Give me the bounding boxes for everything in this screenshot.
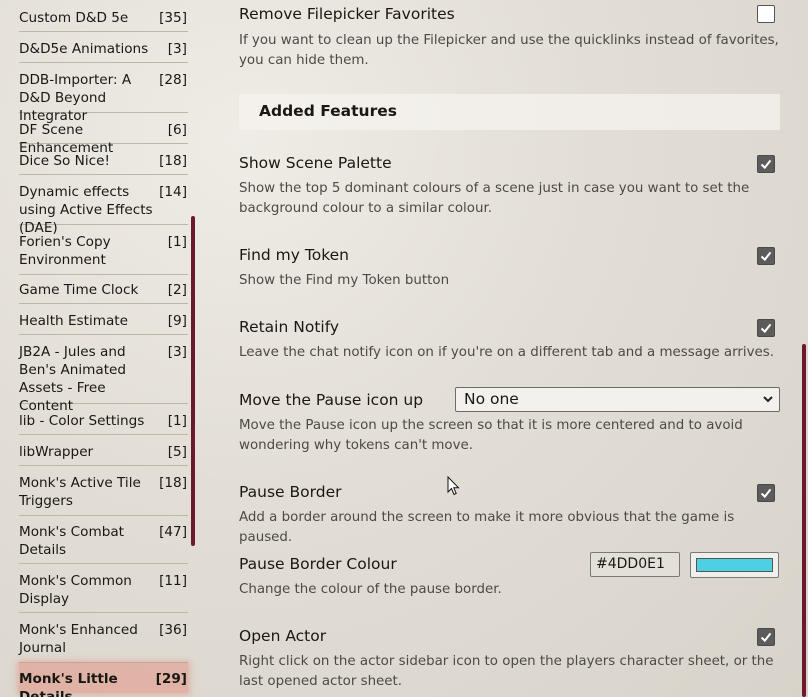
retain-notify-checkbox[interactable] bbox=[757, 319, 775, 337]
sidebar-item[interactable]: Forien's Copy Environment [1] bbox=[19, 226, 188, 275]
sidebar-item[interactable]: Custom D&D 5e [35] bbox=[19, 2, 188, 32]
settings-panel: Remove Filepicker Favorites If you want … bbox=[239, 0, 780, 697]
sidebar-item-count: [29] bbox=[155, 671, 187, 687]
section-title: Added Features bbox=[259, 102, 397, 120]
sidebar-item-count: [18] bbox=[159, 153, 187, 169]
open-actor-checkbox[interactable] bbox=[757, 628, 775, 646]
sidebar-item[interactable]: JB2A - Jules and Ben's Animated Assets -… bbox=[19, 336, 188, 414]
setting-remove-favorites: Remove Filepicker Favorites If you want … bbox=[239, 4, 780, 68]
sidebar-item-label: libWrapper bbox=[19, 444, 94, 460]
sidebar-item-count: [11] bbox=[159, 573, 187, 589]
sidebar-scrollbar[interactable] bbox=[191, 216, 195, 546]
sidebar-item-count: [3] bbox=[167, 41, 187, 57]
setting-hint: Show the top 5 dominant colours of a sce… bbox=[239, 181, 750, 216]
setting-find-my-token: Find my Token Show the Find my Token but… bbox=[239, 245, 780, 288]
sidebar-item[interactable]: D&D5e Animations [3] bbox=[19, 33, 188, 63]
sidebar-item-count: [9] bbox=[167, 313, 187, 329]
setting-label: Retain Notify bbox=[239, 318, 340, 336]
setting-label: Find my Token bbox=[239, 246, 349, 264]
sidebar-item[interactable]: lib - Color Settings [1] bbox=[19, 405, 188, 435]
sidebar-item-count: [18] bbox=[159, 475, 187, 491]
section-header: Added Features bbox=[239, 94, 780, 130]
pause-border-checkbox[interactable] bbox=[757, 484, 775, 502]
select-value: No one bbox=[464, 390, 519, 408]
sidebar-item[interactable]: DF Scene Enhancement [6] bbox=[19, 114, 188, 156]
mouse-cursor-icon bbox=[447, 476, 460, 496]
setting-hint: Add a border around the screen to make i… bbox=[239, 510, 735, 545]
sidebar-item[interactable]: Dice So Nice! [18] bbox=[19, 145, 188, 175]
setting-hint: Show the Find my Token button bbox=[239, 273, 450, 288]
setting-hint: Right click on the actor sidebar icon to… bbox=[239, 654, 774, 689]
show-palette-checkbox[interactable] bbox=[757, 155, 775, 173]
setting-label: Open Actor bbox=[239, 627, 327, 645]
sidebar-item-count: [47] bbox=[159, 524, 187, 540]
sidebar-item[interactable]: Health Estimate [9] bbox=[19, 305, 188, 335]
sidebar-item[interactable]: Monk's Common Display [11] bbox=[19, 565, 188, 613]
sidebar-item[interactable]: Dynamic effects using Active Effects (DA… bbox=[19, 176, 188, 236]
sidebar-item-label: D&D5e Animations bbox=[19, 41, 149, 57]
settings-scrollbar[interactable] bbox=[802, 344, 806, 697]
sidebar-item[interactable]: Monk's Enhanced Journal [36] bbox=[19, 614, 188, 663]
sidebar-item-count: [36] bbox=[159, 622, 187, 638]
sidebar-item-count: [3] bbox=[167, 344, 187, 360]
find-token-checkbox[interactable] bbox=[757, 247, 775, 265]
setting-label: Pause Border bbox=[239, 483, 342, 501]
chevron-down-icon bbox=[763, 396, 773, 403]
setting-hint: Leave the chat notify icon on if you're … bbox=[239, 345, 775, 360]
sidebar-item-count: [5] bbox=[167, 444, 187, 460]
colour-swatch bbox=[696, 558, 773, 572]
colour-picker-button[interactable] bbox=[690, 552, 779, 578]
sidebar-item-label: lib - Color Settings bbox=[19, 413, 145, 429]
sidebar-item[interactable]: Monk's Little Details [29] bbox=[19, 663, 188, 697]
sidebar-item-count: [35] bbox=[159, 10, 187, 26]
setting-label: Remove Filepicker Favorites bbox=[239, 5, 455, 23]
sidebar-item[interactable]: Game Time Clock [2] bbox=[19, 274, 188, 304]
checkmark-icon bbox=[760, 251, 772, 262]
sidebar-item-count: [6] bbox=[167, 122, 187, 138]
setting-pause-border: Pause Border Add a border around the scr… bbox=[239, 482, 780, 545]
sidebar-item[interactable]: Monk's Combat Details [47] bbox=[19, 516, 188, 564]
checkmark-icon bbox=[760, 632, 772, 643]
setting-show-scene-palette: Show Scene Palette Show the top 5 domina… bbox=[239, 153, 780, 216]
setting-hint: Move the Pause icon up the screen so tha… bbox=[239, 418, 743, 453]
sidebar-item[interactable]: libWrapper [5] bbox=[19, 436, 188, 466]
sidebar-item-count: [1] bbox=[167, 234, 187, 250]
sidebar-item-count: [2] bbox=[167, 282, 187, 298]
setting-label: Show Scene Palette bbox=[239, 154, 392, 172]
sidebar-item[interactable]: DDB-Importer: A D&D Beyond Integrator [28… bbox=[19, 64, 188, 124]
sidebar-item-label: Forien's Copy Environment bbox=[19, 234, 111, 268]
setting-hint: Change the colour of the pause border. bbox=[239, 582, 502, 597]
colour-hex-input[interactable]: #4DD0E1 bbox=[590, 552, 680, 577]
sidebar-item-count: [14] bbox=[159, 184, 187, 200]
sidebar-item-count: [28] bbox=[159, 72, 187, 88]
sidebar-item[interactable]: Monk's Active Tile Triggers [18] bbox=[19, 467, 188, 516]
remove-favorites-checkbox[interactable] bbox=[757, 5, 775, 23]
sidebar-item-label: Game Time Clock bbox=[19, 282, 139, 298]
checkmark-icon bbox=[760, 159, 772, 170]
pause-position-select[interactable]: No one bbox=[455, 387, 780, 412]
checkmark-icon bbox=[760, 323, 772, 334]
checkmark-icon bbox=[760, 488, 772, 499]
module-sidebar: Custom D&D 5e [35] D&D5e Animations [3] DDB-… bbox=[0, 0, 197, 697]
setting-hint: If you want to clean up the Filepicker a… bbox=[239, 33, 779, 68]
setting-open-actor: Open Actor Right click on the actor side… bbox=[239, 626, 780, 689]
setting-retain-notify: Retain Notify Leave the chat notify icon… bbox=[239, 317, 780, 360]
sidebar-item-label: Health Estimate bbox=[19, 313, 129, 329]
sidebar-item-count: [1] bbox=[167, 413, 187, 429]
